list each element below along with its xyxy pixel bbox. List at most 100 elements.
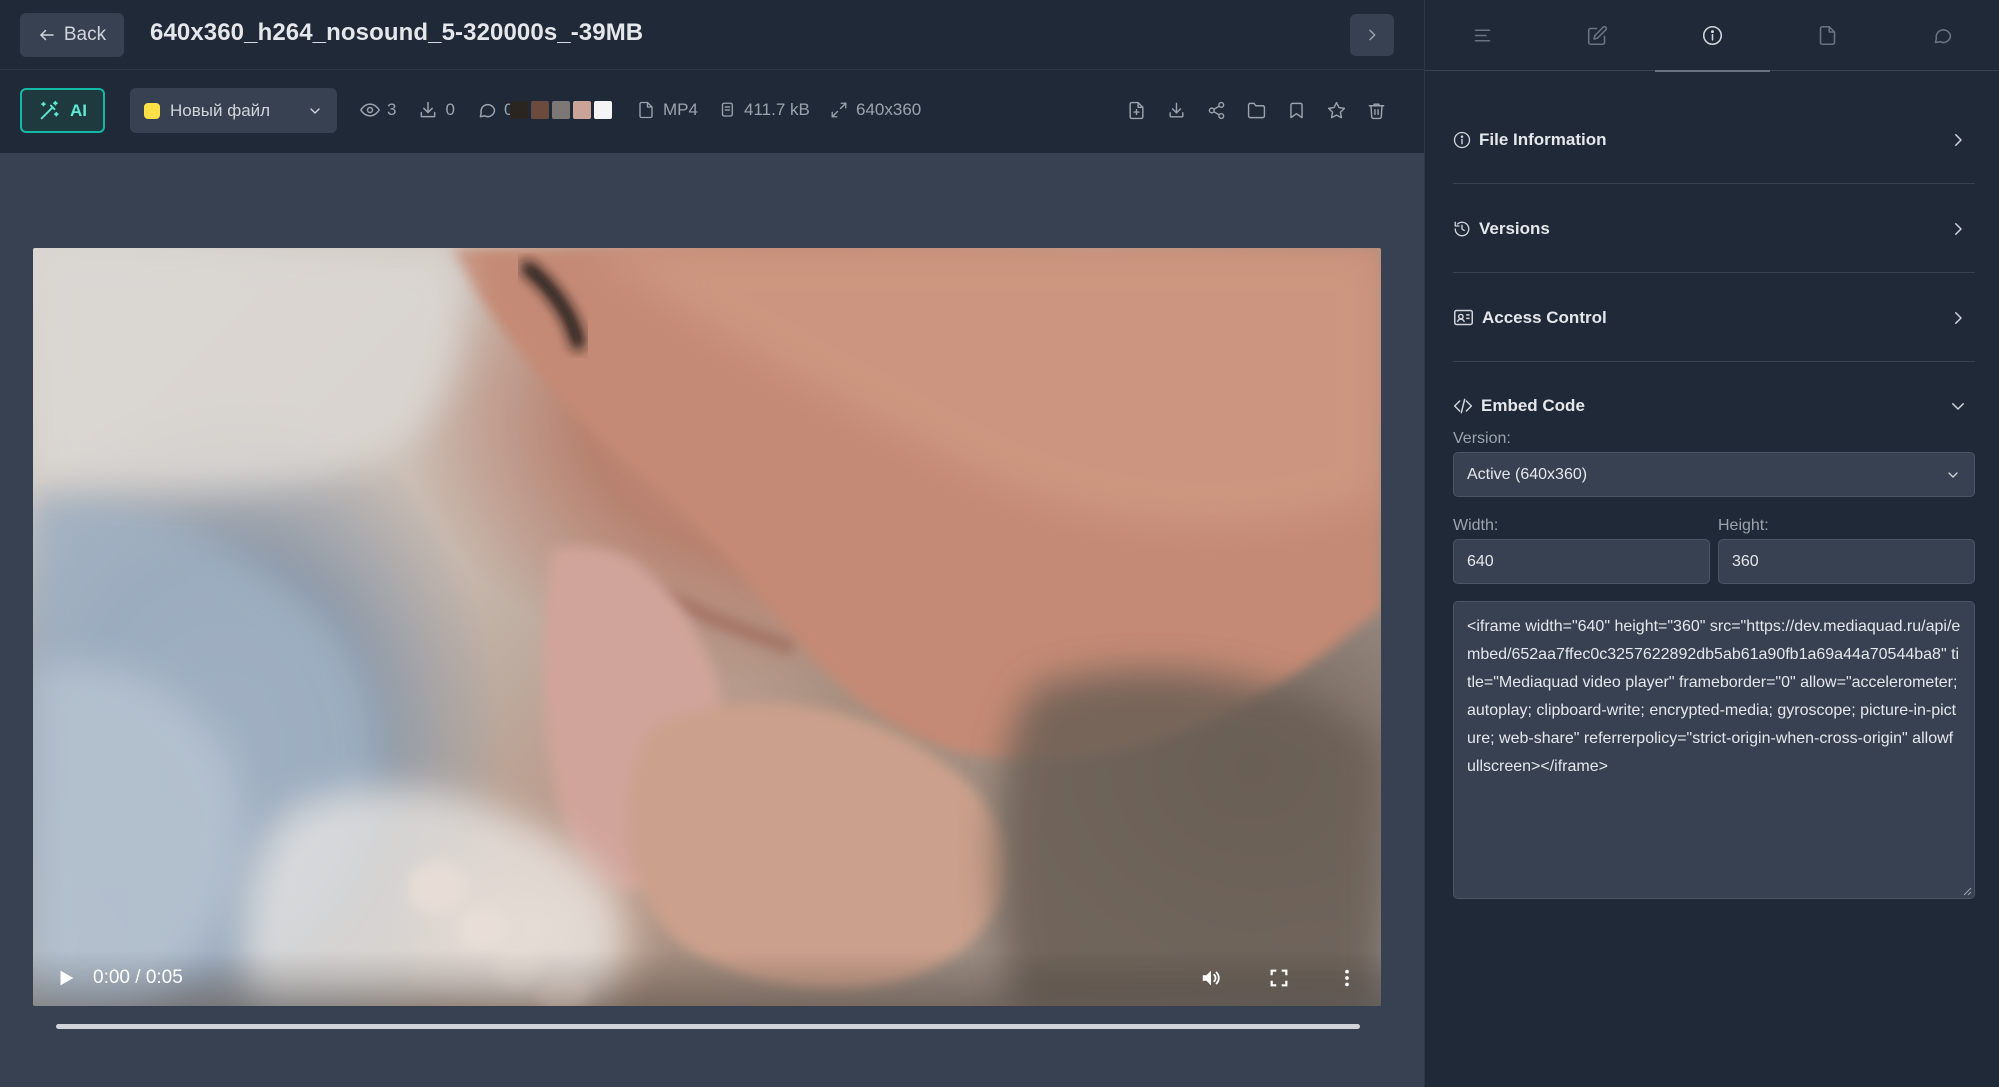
status-label: Новый файл — [170, 100, 271, 120]
section-title: File Information — [1479, 129, 1607, 149]
tab-comments[interactable] — [1885, 0, 1999, 71]
header-bar: Back 640x360_h264_nosound_5-320000s_-39M… — [0, 0, 1424, 70]
section-embed-code[interactable]: Embed Code — [1453, 390, 1975, 422]
file-format: MP4 — [637, 100, 698, 120]
video-frame — [33, 248, 1381, 1006]
width-field[interactable] — [1453, 539, 1710, 584]
status-color-dot — [144, 102, 160, 119]
edit-icon — [1587, 25, 1608, 46]
add-file-button[interactable] — [1126, 100, 1146, 120]
more-options-button[interactable] — [1335, 966, 1359, 990]
info-icon — [1702, 25, 1723, 46]
info-icon — [1453, 131, 1471, 148]
video-player[interactable]: 0:00 / 0:05 — [33, 248, 1381, 1006]
version-value: Active (640x360) — [1467, 465, 1588, 483]
eye-icon — [360, 103, 380, 117]
star-icon — [1327, 101, 1345, 118]
share-button[interactable] — [1206, 100, 1226, 120]
downloads-count: 0 — [445, 100, 455, 119]
chevron-down-icon — [1952, 403, 1964, 410]
more-vertical-icon — [1345, 969, 1349, 987]
move-to-folder-button[interactable] — [1246, 100, 1266, 120]
file-icon — [639, 101, 653, 119]
version-label: Version: — [1453, 430, 1511, 447]
download-icon — [421, 101, 436, 118]
format-label: MP4 — [663, 100, 698, 119]
next-file-button[interactable] — [1350, 14, 1394, 56]
file-add-icon — [1128, 101, 1144, 119]
color-swatch — [573, 101, 591, 119]
back-button-label: Back — [63, 24, 107, 45]
size-label: 411.7 kB — [744, 100, 810, 119]
play-button[interactable] — [55, 966, 79, 990]
status-dropdown[interactable]: Новый файл — [130, 88, 337, 133]
file-toolbar: AI Новый файл 3 0 0 MP4 411.7 kB 640x360 — [0, 70, 1424, 153]
folder-icon — [1247, 102, 1265, 118]
comment-icon — [1934, 29, 1952, 44]
color-swatch — [531, 101, 549, 119]
ai-button[interactable]: AI — [20, 88, 105, 133]
page-title: 640x360_h264_nosound_5-320000s_-39MB — [150, 19, 644, 46]
file-copy-icon — [721, 102, 733, 117]
arrow-left-icon — [40, 29, 54, 41]
version-select[interactable]: Active (640x360) — [1453, 452, 1975, 497]
file-stats: 3 0 0 — [360, 100, 513, 120]
section-file-information[interactable]: File Information — [1453, 96, 1975, 184]
panel-tabs — [1425, 0, 1999, 72]
chevron-down-icon — [310, 107, 320, 114]
list-icon — [1474, 29, 1491, 42]
color-swatch — [510, 101, 528, 119]
ai-button-label: AI — [70, 100, 87, 120]
views-count: 3 — [387, 100, 397, 119]
video-controls: 0:00 / 0:05 — [33, 950, 1381, 1006]
file-actions — [1126, 100, 1386, 120]
color-swatch — [552, 101, 570, 119]
playback-time: 0:00 / 0:05 — [93, 967, 183, 988]
section-title: Access Control — [1482, 307, 1607, 327]
height-label: Height: — [1718, 517, 1769, 534]
section-access-control[interactable]: Access Control — [1453, 274, 1975, 362]
comment-icon — [479, 103, 496, 118]
fullscreen-icon — [1270, 969, 1288, 987]
main-area: Back 640x360_h264_nosound_5-320000s_-39M… — [0, 0, 1424, 1087]
chevron-down-icon — [1948, 471, 1958, 478]
resize-handle-icon[interactable] — [1962, 886, 1972, 896]
chevron-right-icon — [1369, 29, 1376, 41]
dimensions-label: 640x360 — [856, 100, 922, 119]
video-progress-bar[interactable] — [56, 1024, 1360, 1029]
section-versions[interactable]: Versions — [1453, 185, 1975, 273]
chevron-right-icon — [1955, 222, 1962, 235]
access-control-icon — [1454, 309, 1473, 326]
bookmark-icon — [1289, 102, 1303, 118]
download-button[interactable] — [1166, 100, 1186, 120]
trash-icon — [1368, 102, 1384, 119]
favorite-button[interactable] — [1326, 100, 1346, 120]
tab-document[interactable] — [1770, 0, 1885, 71]
code-icon — [1453, 398, 1473, 414]
play-icon — [60, 970, 74, 986]
embed-code-textarea[interactable]: <iframe width="640" height="360" src="ht… — [1453, 601, 1975, 899]
delete-button[interactable] — [1366, 100, 1386, 120]
color-swatch — [594, 101, 612, 119]
file-dimensions: 640x360 — [830, 100, 921, 120]
tab-description[interactable] — [1425, 0, 1540, 71]
color-palette — [510, 101, 612, 119]
back-button[interactable]: Back — [20, 13, 124, 57]
tab-info[interactable] — [1655, 0, 1770, 72]
share-icon — [1208, 101, 1224, 119]
tab-edit[interactable] — [1540, 0, 1655, 71]
width-label: Width: — [1453, 517, 1499, 534]
volume-button[interactable] — [1199, 966, 1223, 990]
bookmark-button[interactable] — [1286, 100, 1306, 120]
expand-icon — [831, 102, 847, 118]
document-icon — [1819, 25, 1836, 46]
magic-wand-icon — [40, 100, 59, 119]
history-icon — [1454, 221, 1470, 236]
volume-icon — [1202, 970, 1220, 986]
section-title: Embed Code — [1481, 396, 1585, 415]
details-panel: File Information Versions Access Control… — [1424, 0, 1999, 1087]
section-title: Versions — [1479, 218, 1550, 238]
height-field[interactable] — [1718, 539, 1975, 584]
chevron-right-icon — [1955, 133, 1962, 146]
fullscreen-button[interactable] — [1267, 966, 1291, 990]
